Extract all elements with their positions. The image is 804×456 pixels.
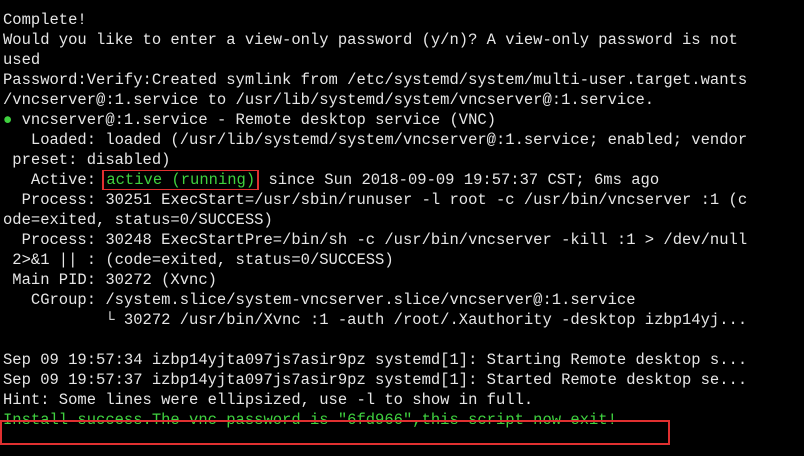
active-since: since Sun 2018-09-09 19:57:37 CST; 6ms a… xyxy=(259,171,660,189)
active-line: Active: active (running) since Sun 2018-… xyxy=(3,170,804,190)
terminal-line: used xyxy=(3,51,41,69)
process-line-cont: ode=exited, status=0/SUCCESS) xyxy=(3,211,273,229)
active-label: Active: xyxy=(3,171,106,189)
process-line-cont: 2>&1 || : (code=exited, status=0/SUCCESS… xyxy=(3,251,394,269)
status-bullet-icon: ● xyxy=(3,111,13,129)
service-name: vncserver@:1.service - Remote desktop se… xyxy=(12,111,496,129)
cgroup-line: CGroup: /system.slice/system-vncserver.s… xyxy=(3,291,636,309)
process-line: Process: 30248 ExecStartPre=/bin/sh -c /… xyxy=(3,231,748,249)
preset-line: preset: disabled) xyxy=(3,151,171,169)
terminal-line: Password:Verify:Created symlink from /et… xyxy=(3,71,748,89)
main-pid-line: Main PID: 30272 (Xvnc) xyxy=(3,271,217,289)
process-line: Process: 30251 ExecStart=/usr/sbin/runus… xyxy=(3,191,748,209)
install-success-message: Install success.The vnc password is "6fd… xyxy=(3,411,617,429)
terminal-line: Complete! xyxy=(3,11,87,29)
loaded-line: Loaded: loaded (/usr/lib/systemd/system/… xyxy=(3,131,748,149)
active-state: active (running) xyxy=(106,171,256,189)
log-line: Sep 09 19:57:34 izbp14yjta097js7asir9pz … xyxy=(3,351,748,369)
terminal-line: Would you like to enter a view-only pass… xyxy=(3,31,738,49)
cgroup-child-line: └ 30272 /usr/bin/Xvnc :1 -auth /root/.Xa… xyxy=(3,311,748,329)
service-status-line: ● vncserver@:1.service - Remote desktop … xyxy=(3,110,804,130)
active-highlight-box: active (running) xyxy=(102,170,260,190)
terminal-line: /vncserver@:1.service to /usr/lib/system… xyxy=(3,91,655,109)
hint-line: Hint: Some lines were ellipsized, use -l… xyxy=(3,391,534,409)
terminal-output: Complete! Would you like to enter a view… xyxy=(3,10,804,430)
log-line: Sep 09 19:57:37 izbp14yjta097js7asir9pz … xyxy=(3,371,748,389)
